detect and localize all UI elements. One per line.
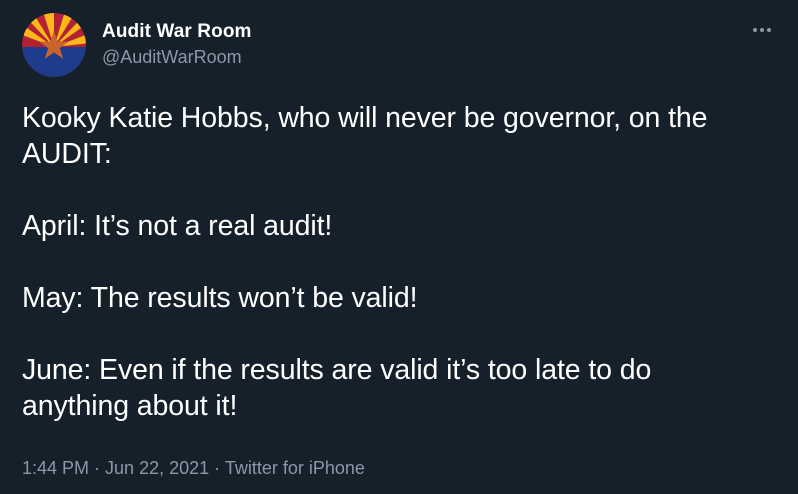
tweet-line-april: April: It’s not a real audit! [22,210,333,242]
tweet-source[interactable]: Twitter for iPhone [225,458,365,478]
tweet-text: Kooky Katie Hobbs, who will never be gov… [22,100,782,424]
meta-separator: · [89,458,106,478]
author-block: Audit War Room @AuditWarRoom [102,20,252,69]
tweet-line: Kooky Katie Hobbs, who will never be gov… [22,102,708,134]
author-handle[interactable]: @AuditWarRoom [102,45,252,69]
tweet-card: Audit War Room @AuditWarRoom Kooky Katie… [0,0,798,494]
tweet-date[interactable]: Jun 22, 2021 [105,458,209,478]
author-display-name[interactable]: Audit War Room [102,20,252,44]
tweet-line-may: May: The results won’t be valid! [22,282,418,314]
tweet-line-june: June: Even if the results are valid it’s… [22,354,652,386]
more-options-icon[interactable] [748,20,776,40]
tweet-time[interactable]: 1:44 PM [22,458,89,478]
tweet-line: AUDIT: [22,138,112,170]
meta-separator: · [209,458,225,478]
tweet-meta: 1:44 PM · Jun 22, 2021 · Twitter for iPh… [22,456,365,480]
tweet-line-june-cont: anything about it! [22,390,238,422]
avatar[interactable] [22,13,86,77]
arizona-flag-avatar-icon [22,13,86,77]
